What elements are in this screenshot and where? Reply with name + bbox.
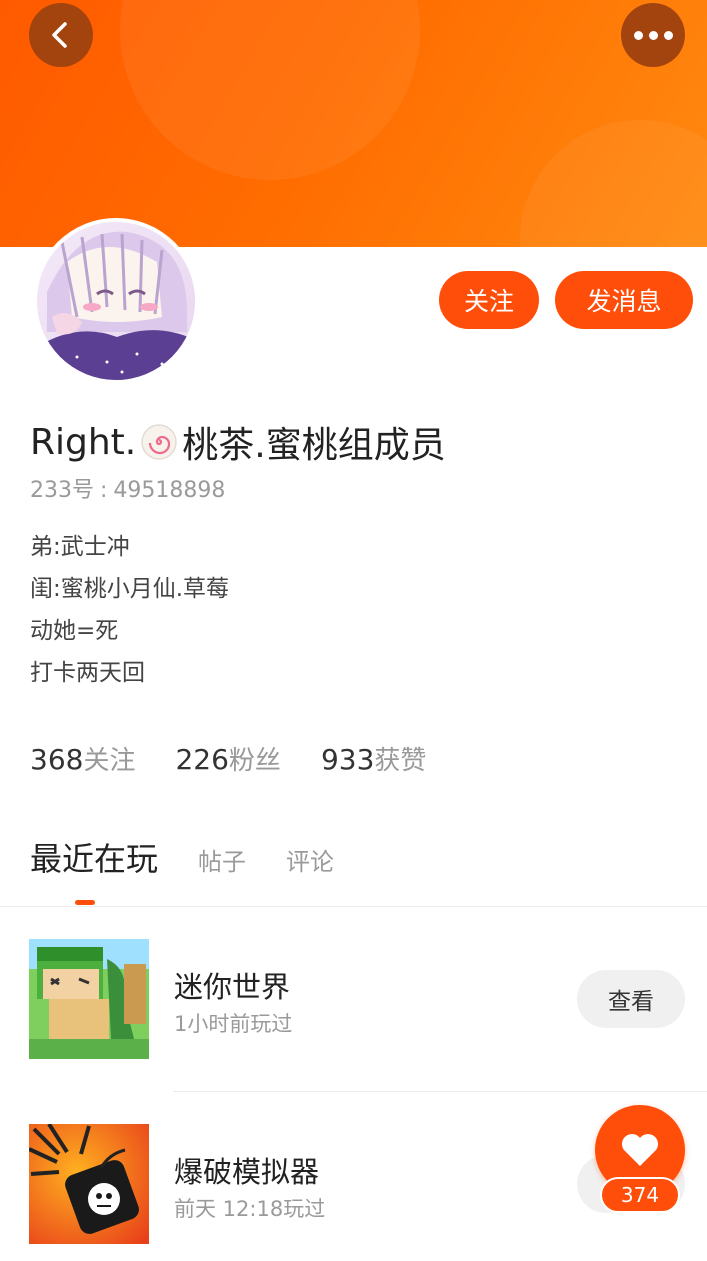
game-icon-blast-simulator [29, 1124, 149, 1244]
banner-decoration [120, 0, 420, 180]
tab-comments[interactable]: 评论 [286, 842, 334, 877]
more-button[interactable] [621, 3, 685, 67]
bio-line: 打卡两天回 [30, 660, 145, 686]
stat-label: 粉丝 [228, 746, 281, 776]
profile-banner [0, 0, 707, 247]
profile-tabs: 最近在玩 帖子 评论 [30, 834, 374, 880]
naruto-swirl-icon [141, 424, 177, 460]
bio-line: 闺:蜜桃小月仙.草莓 [30, 576, 230, 602]
game-played-time: 1小时前玩过 [174, 1012, 293, 1036]
username-suffix: 桃茶.蜜桃组成员 [182, 425, 446, 466]
stat-number: 933 [320, 743, 375, 776]
like-count-badge: 374 [600, 1177, 680, 1213]
more-horizontal-icon [631, 30, 676, 40]
game-name: 爆破模拟器 [174, 1155, 320, 1189]
stat-number: 368 [30, 743, 84, 776]
banner-decoration [520, 120, 707, 247]
game-played-time: 前天 12:18玩过 [174, 1197, 326, 1221]
message-button[interactable]: 发消息 [555, 271, 693, 329]
stat-following[interactable]: 368 关注 [30, 740, 135, 777]
bio-line: 动她=死 [30, 618, 119, 644]
chevron-left-icon [52, 22, 67, 48]
stat-label: 获赞 [374, 746, 427, 776]
bio-line: 弟:武士冲 [30, 534, 130, 560]
avatar[interactable] [33, 218, 199, 384]
tab-recently-played[interactable]: 最近在玩 [30, 834, 158, 880]
view-button[interactable]: 查看 [577, 970, 685, 1028]
user-id-label: 233号 [30, 478, 94, 503]
divider [173, 1091, 707, 1092]
game-name: 迷你世界 [174, 970, 291, 1004]
user-id-value: 49518898 [113, 478, 226, 503]
stats-bar: 368 关注 226 粉丝 933 获赞 [30, 740, 466, 777]
username-prefix: Right. [30, 421, 137, 463]
follow-button[interactable]: 关注 [439, 271, 539, 329]
divider [0, 906, 707, 907]
game-icon-mini-world [29, 939, 149, 1059]
stat-followers[interactable]: 226 粉丝 [175, 740, 280, 777]
list-item[interactable]: 迷你世界 1小时前玩过 查看 [0, 924, 707, 1074]
stat-label: 关注 [83, 746, 136, 776]
avatar-image [37, 222, 195, 380]
bio: 弟:武士冲 闺:蜜桃小月仙.草莓 动她=死 打卡两天回 [30, 526, 229, 694]
username: Right. 桃茶.蜜桃组成员 [30, 416, 446, 468]
heart-icon [622, 1134, 658, 1166]
stat-likes[interactable]: 933 获赞 [321, 740, 426, 777]
back-button[interactable] [29, 3, 93, 67]
tab-indicator [75, 900, 95, 905]
stat-number: 226 [175, 743, 229, 776]
user-id-separator: : [100, 478, 108, 503]
user-id: 233号:49518898 [30, 472, 225, 504]
tab-posts[interactable]: 帖子 [198, 842, 246, 877]
